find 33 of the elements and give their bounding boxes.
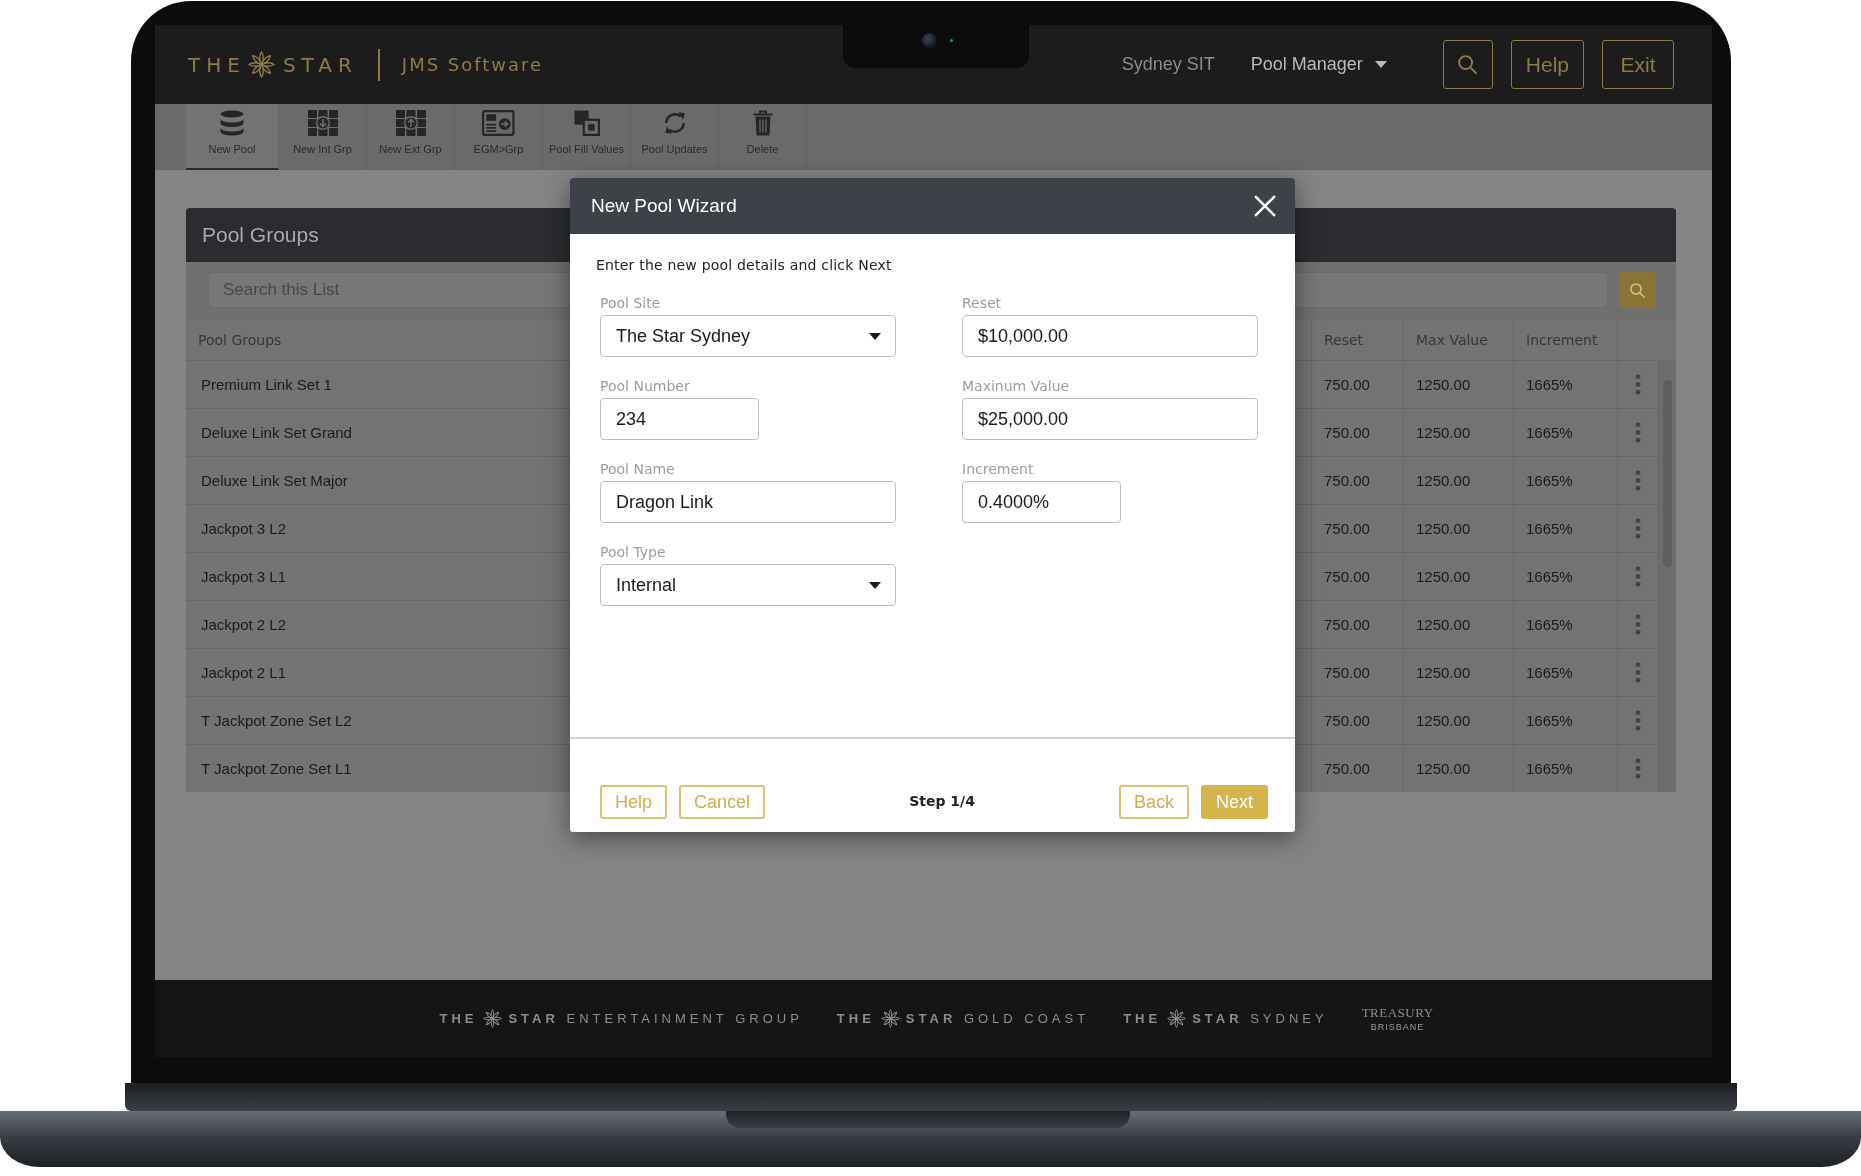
- logo-text: STAR GOLD COAST: [905, 1011, 1090, 1026]
- logo-text: TREASURY: [1361, 1005, 1434, 1021]
- field-label: Increment: [962, 460, 1034, 479]
- field-label: Maxinum Value: [962, 377, 1070, 396]
- table-cell-text: Deluxe Link Set Major: [200, 471, 349, 491]
- table-cell-text: Jackpot 3 L2: [200, 519, 288, 539]
- table-cell: 1250.00: [1403, 745, 1513, 792]
- logo-text: STAR ENTERTAINMENT GROUP: [508, 1011, 803, 1026]
- table-cell: 1665%: [1513, 745, 1617, 792]
- app-name: JMS Software: [401, 54, 544, 75]
- table-cell-text: Jackpot 3 L1: [200, 567, 288, 587]
- logo-text: THE: [439, 1011, 478, 1026]
- logo-text: THE: [836, 1011, 875, 1026]
- field-label: Pool Number: [600, 377, 690, 396]
- logo-text: STAR: [282, 52, 358, 77]
- table-cell-text: Jackpot 2 L2: [200, 615, 288, 635]
- table-cell-text: T Jackpot Zone Set L1: [200, 759, 353, 779]
- field-label: Reset: [962, 294, 1002, 313]
- field-label: Pool Type: [600, 543, 666, 562]
- field-label: Pool Site: [600, 294, 661, 313]
- table-cell-text: Premium Link Set 1: [200, 375, 333, 395]
- table-cell: 750.00: [1311, 745, 1403, 792]
- table-cell-text: Deluxe Link Set Grand: [200, 423, 353, 443]
- table-cell-text: Jackpot 2 L1: [200, 663, 288, 683]
- field-label: Pool Name: [600, 460, 675, 479]
- step-indicator: Step 1/4: [909, 792, 975, 809]
- column-header: Pool Groups: [197, 331, 283, 350]
- logo-text: STAR SYDNEY: [1192, 1011, 1328, 1026]
- logo-subtext: BRISBANE: [1370, 1022, 1425, 1032]
- logo-text: THE: [188, 52, 246, 77]
- environment-label: Sydney SIT: [1121, 54, 1215, 75]
- table-cell-text: T Jackpot Zone Set L2: [200, 711, 353, 731]
- logo-text: THE: [1123, 1011, 1162, 1026]
